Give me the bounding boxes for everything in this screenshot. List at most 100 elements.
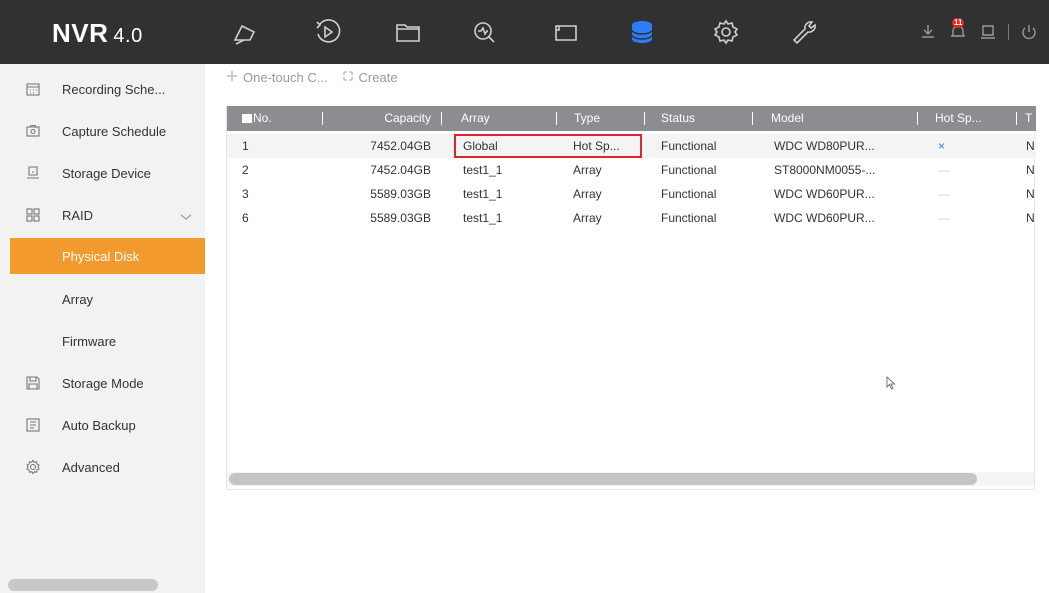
cell-type: Array <box>573 211 602 225</box>
calendar-icon <box>24 80 42 98</box>
configuration-icon[interactable] <box>708 14 744 50</box>
table-row[interactable]: 2 7452.04GB test1_1 Array Functional ST8… <box>227 158 1036 182</box>
save-icon <box>24 374 42 392</box>
cell-t: N <box>1026 187 1035 201</box>
column-header-status[interactable]: Status <box>661 106 695 131</box>
cell-model: WDC WD80PUR... <box>774 139 875 153</box>
cell-model: ST8000NM0055-... <box>774 163 876 177</box>
sidebar-item-storage-mode[interactable]: Storage Mode <box>0 362 205 404</box>
create-button[interactable]: Create <box>342 70 398 85</box>
column-header-t[interactable]: T <box>1025 106 1032 131</box>
sidebar-item-label: Advanced <box>62 459 120 475</box>
gear-icon <box>24 458 42 476</box>
cell-capacity: 5589.03GB <box>370 211 431 225</box>
cell-array: test1_1 <box>463 187 503 201</box>
system-tray: 11 <box>918 18 1039 42</box>
cell-t: N <box>1026 211 1035 225</box>
cell-status: Functional <box>661 139 717 153</box>
column-header-array[interactable]: Array <box>461 106 490 131</box>
cell-no: 6 <box>242 211 249 225</box>
sidebar-item-label: Physical Disk <box>62 248 140 264</box>
download-icon[interactable] <box>918 22 938 42</box>
chevron-down-icon <box>180 208 192 226</box>
sidebar-item-physical-disk[interactable]: Physical Disk <box>10 238 205 274</box>
cell-status: Functional <box>661 187 717 201</box>
smart-analysis-icon[interactable] <box>466 14 502 50</box>
playback-icon[interactable] <box>310 14 346 50</box>
sidebar-item-label: Firmware <box>62 333 117 349</box>
cell-hot-spare: × <box>938 139 946 153</box>
sidebar-item-label: RAID <box>62 207 94 223</box>
cell-capacity: 7452.04GB <box>370 139 431 153</box>
cell-array: test1_1 <box>463 211 503 225</box>
camera-icon <box>24 122 42 140</box>
power-icon[interactable] <box>1019 22 1039 42</box>
cell-capacity: 5589.03GB <box>370 187 431 201</box>
cell-array: test1_1 <box>463 163 503 177</box>
top-navigation-bar: NVR 4.0 11 <box>0 0 1049 64</box>
sidebar-item-array[interactable]: Array <box>0 278 205 320</box>
hdd-icon <box>24 164 42 182</box>
column-divider <box>752 112 753 125</box>
divider <box>1008 24 1009 40</box>
sidebar: Recording Sche... Capture Schedule Stora… <box>0 64 205 593</box>
column-divider <box>322 112 323 125</box>
cell-no: 1 <box>242 139 249 153</box>
column-header-no[interactable]: No. <box>242 106 272 131</box>
document-icon <box>24 416 42 434</box>
storage-icon[interactable] <box>624 14 660 50</box>
create-label: Create <box>358 70 398 85</box>
column-header-capacity[interactable]: Capacity <box>369 106 431 131</box>
sidebar-item-storage-device[interactable]: Storage Device <box>0 152 205 194</box>
table-row[interactable]: 3 5589.03GB test1_1 Array Functional WDC… <box>227 182 1036 206</box>
sidebar-scrollbar[interactable] <box>8 579 158 591</box>
column-header-type[interactable]: Type <box>574 106 600 131</box>
sidebar-item-firmware[interactable]: Firmware <box>0 320 205 362</box>
cell-hot-spare: — <box>938 187 950 201</box>
column-header-model[interactable]: Model <box>771 106 804 131</box>
cell-hot-spare: — <box>938 163 950 177</box>
column-divider <box>441 112 442 125</box>
create-icon <box>342 70 354 85</box>
sidebar-item-label: Recording Sche... <box>62 81 166 97</box>
one-touch-create-label: One-touch C... <box>243 70 328 85</box>
table-header: No. Capacity Array Type Status Model Hot… <box>227 106 1036 131</box>
logo-version: 4.0 <box>113 25 143 47</box>
sidebar-item-recording-schedule[interactable]: Recording Sche... <box>0 68 205 110</box>
sidebar-item-advanced[interactable]: Advanced <box>0 446 205 488</box>
physical-disk-table: No. Capacity Array Type Status Model Hot… <box>226 106 1036 490</box>
sidebar-item-raid[interactable]: RAID <box>0 194 205 236</box>
column-divider <box>917 112 918 125</box>
cell-status: Functional <box>661 163 717 177</box>
sidebar-item-label: Auto Backup <box>62 417 136 433</box>
table-row[interactable]: 6 5589.03GB test1_1 Array Functional WDC… <box>227 206 1036 230</box>
sidebar-item-label: Storage Mode <box>62 375 144 391</box>
sidebar-item-auto-backup[interactable]: Auto Backup <box>0 404 205 446</box>
lock-screen-icon[interactable] <box>978 22 998 42</box>
grid-icon <box>24 206 42 224</box>
file-management-icon[interactable] <box>390 14 426 50</box>
select-all-checkbox[interactable] <box>242 114 252 123</box>
mouse-cursor-icon <box>886 376 896 395</box>
maintenance-icon[interactable] <box>786 14 822 50</box>
sidebar-item-capture-schedule[interactable]: Capture Schedule <box>0 110 205 152</box>
one-touch-create-button[interactable]: One-touch C... <box>226 70 328 85</box>
column-header-hot-spare[interactable]: Hot Sp... <box>935 106 982 131</box>
sidebar-item-label: Array <box>62 291 94 307</box>
cell-capacity: 7452.04GB <box>370 163 431 177</box>
live-view-icon[interactable] <box>228 14 264 50</box>
sidebar-item-label: Storage Device <box>62 165 151 181</box>
alarm-bell-icon[interactable]: 11 <box>948 18 968 42</box>
toolbar: One-touch C... Create <box>226 70 398 85</box>
cell-no: 2 <box>242 163 249 177</box>
app-logo: NVR 4.0 <box>52 18 143 49</box>
cell-t: N <box>1026 139 1035 153</box>
camera-icon[interactable] <box>548 14 584 50</box>
column-divider <box>556 112 557 125</box>
cell-hot-spare: — <box>938 211 950 225</box>
horizontal-scrollbar[interactable] <box>229 473 977 485</box>
column-divider <box>644 112 645 125</box>
cell-model: WDC WD60PUR... <box>774 187 875 201</box>
cell-type: Array <box>573 187 602 201</box>
cell-status: Functional <box>661 211 717 225</box>
